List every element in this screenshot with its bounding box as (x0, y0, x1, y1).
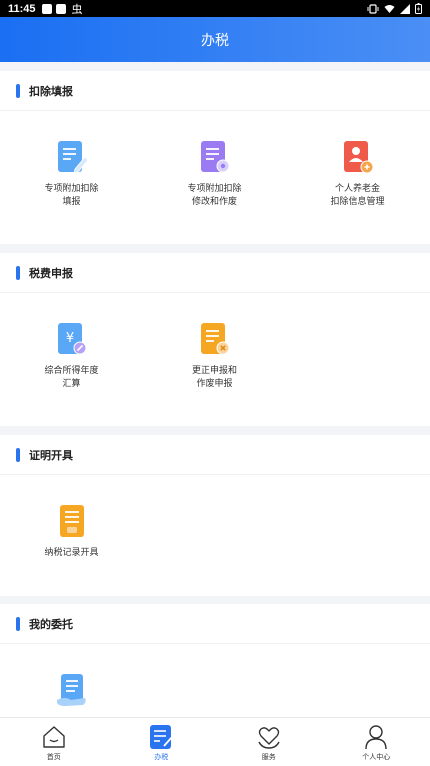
section-title: 我的委托 (29, 617, 73, 631)
section-accent-bar (16, 616, 20, 631)
section-certificate: 证明开具 纳税记录开具 (0, 435, 430, 596)
bug-icon: 虫 (71, 3, 83, 16)
pension-icon (343, 141, 373, 174)
section-title: 证明开具 (29, 448, 73, 462)
section-header: 我的委托 (0, 604, 430, 644)
section-deduction: 扣除填报 专项附加扣除 填报 专项附加扣除 修改和作废 个人养老金 扣除信息管理 (0, 71, 430, 244)
status-bar: 11:45 虫 (0, 0, 430, 17)
item-deduction-fill[interactable]: 专项附加扣除 填报 (0, 139, 143, 209)
item-label: 专项附加扣除 填报 (44, 184, 99, 207)
section-header: 证明开具 (0, 435, 430, 475)
doc-settings-icon (200, 141, 229, 173)
item-label: 个人养老金 扣除信息管理 (330, 184, 385, 207)
tab-service[interactable]: 服务 (215, 718, 323, 766)
service-icon (258, 727, 280, 749)
notification-icon (55, 3, 66, 14)
section-declaration: 税费申报 ¥ 综合所得年度 汇算 更正申报和 作废申报 (0, 253, 430, 426)
tab-profile[interactable]: 个人中心 (323, 718, 430, 766)
tab-label: 首页 (46, 753, 61, 761)
battery-icon (415, 3, 422, 14)
section-header: 扣除填报 (0, 71, 430, 111)
page-title: 办税 (201, 32, 229, 49)
section-accent-bar (16, 83, 20, 98)
bottom-tab-bar: 首页 办税 服务 个人中心 (0, 717, 430, 766)
item-pension[interactable]: 个人养老金 扣除信息管理 (286, 139, 429, 209)
app-header: 办税 (0, 17, 430, 62)
tab-home[interactable]: 首页 (0, 718, 108, 766)
user-icon (365, 725, 387, 750)
item-label: 纳税记录开具 (44, 548, 99, 558)
tab-tax[interactable]: 办税 (108, 718, 216, 766)
item-label: 专项附加扣除 修改和作废 (187, 184, 242, 207)
tab-label: 办税 (154, 753, 169, 761)
section-header: 税费申报 (0, 253, 430, 293)
tax-icon (150, 725, 173, 749)
tab-label: 服务 (261, 753, 276, 761)
item-entrust[interactable] (0, 672, 143, 716)
section-accent-bar (16, 265, 20, 280)
doc-edit-icon (57, 141, 89, 174)
svg-text:¥: ¥ (65, 331, 73, 346)
section-entrust: 我的委托 (0, 604, 430, 717)
item-tax-record[interactable]: 纳税记录开具 (0, 503, 143, 560)
item-label: 更正申报和 作废申报 (191, 366, 237, 389)
home-icon (43, 726, 65, 748)
section-title: 扣除填报 (29, 84, 73, 98)
item-label: 综合所得年度 汇算 (44, 366, 99, 389)
entrust-icon (56, 674, 86, 706)
item-deduction-modify[interactable]: 专项附加扣除 修改和作废 (143, 139, 286, 209)
certificate-icon (59, 505, 84, 537)
item-annual-settlement[interactable]: ¥ 综合所得年度 汇算 (0, 321, 143, 391)
yuan-doc-icon: ¥ (57, 323, 86, 355)
tab-label: 个人中心 (362, 753, 391, 761)
signal-icon (400, 3, 410, 14)
doc-cancel-icon (200, 323, 229, 355)
section-accent-bar (16, 447, 20, 462)
vibrate-icon (367, 3, 379, 14)
status-time: 11:45 (8, 2, 36, 15)
item-correct-declaration[interactable]: 更正申报和 作废申报 (143, 321, 286, 391)
status-icons (367, 3, 422, 14)
section-title: 税费申报 (29, 266, 73, 280)
wifi-icon (384, 4, 395, 13)
notification-icon (41, 3, 52, 14)
